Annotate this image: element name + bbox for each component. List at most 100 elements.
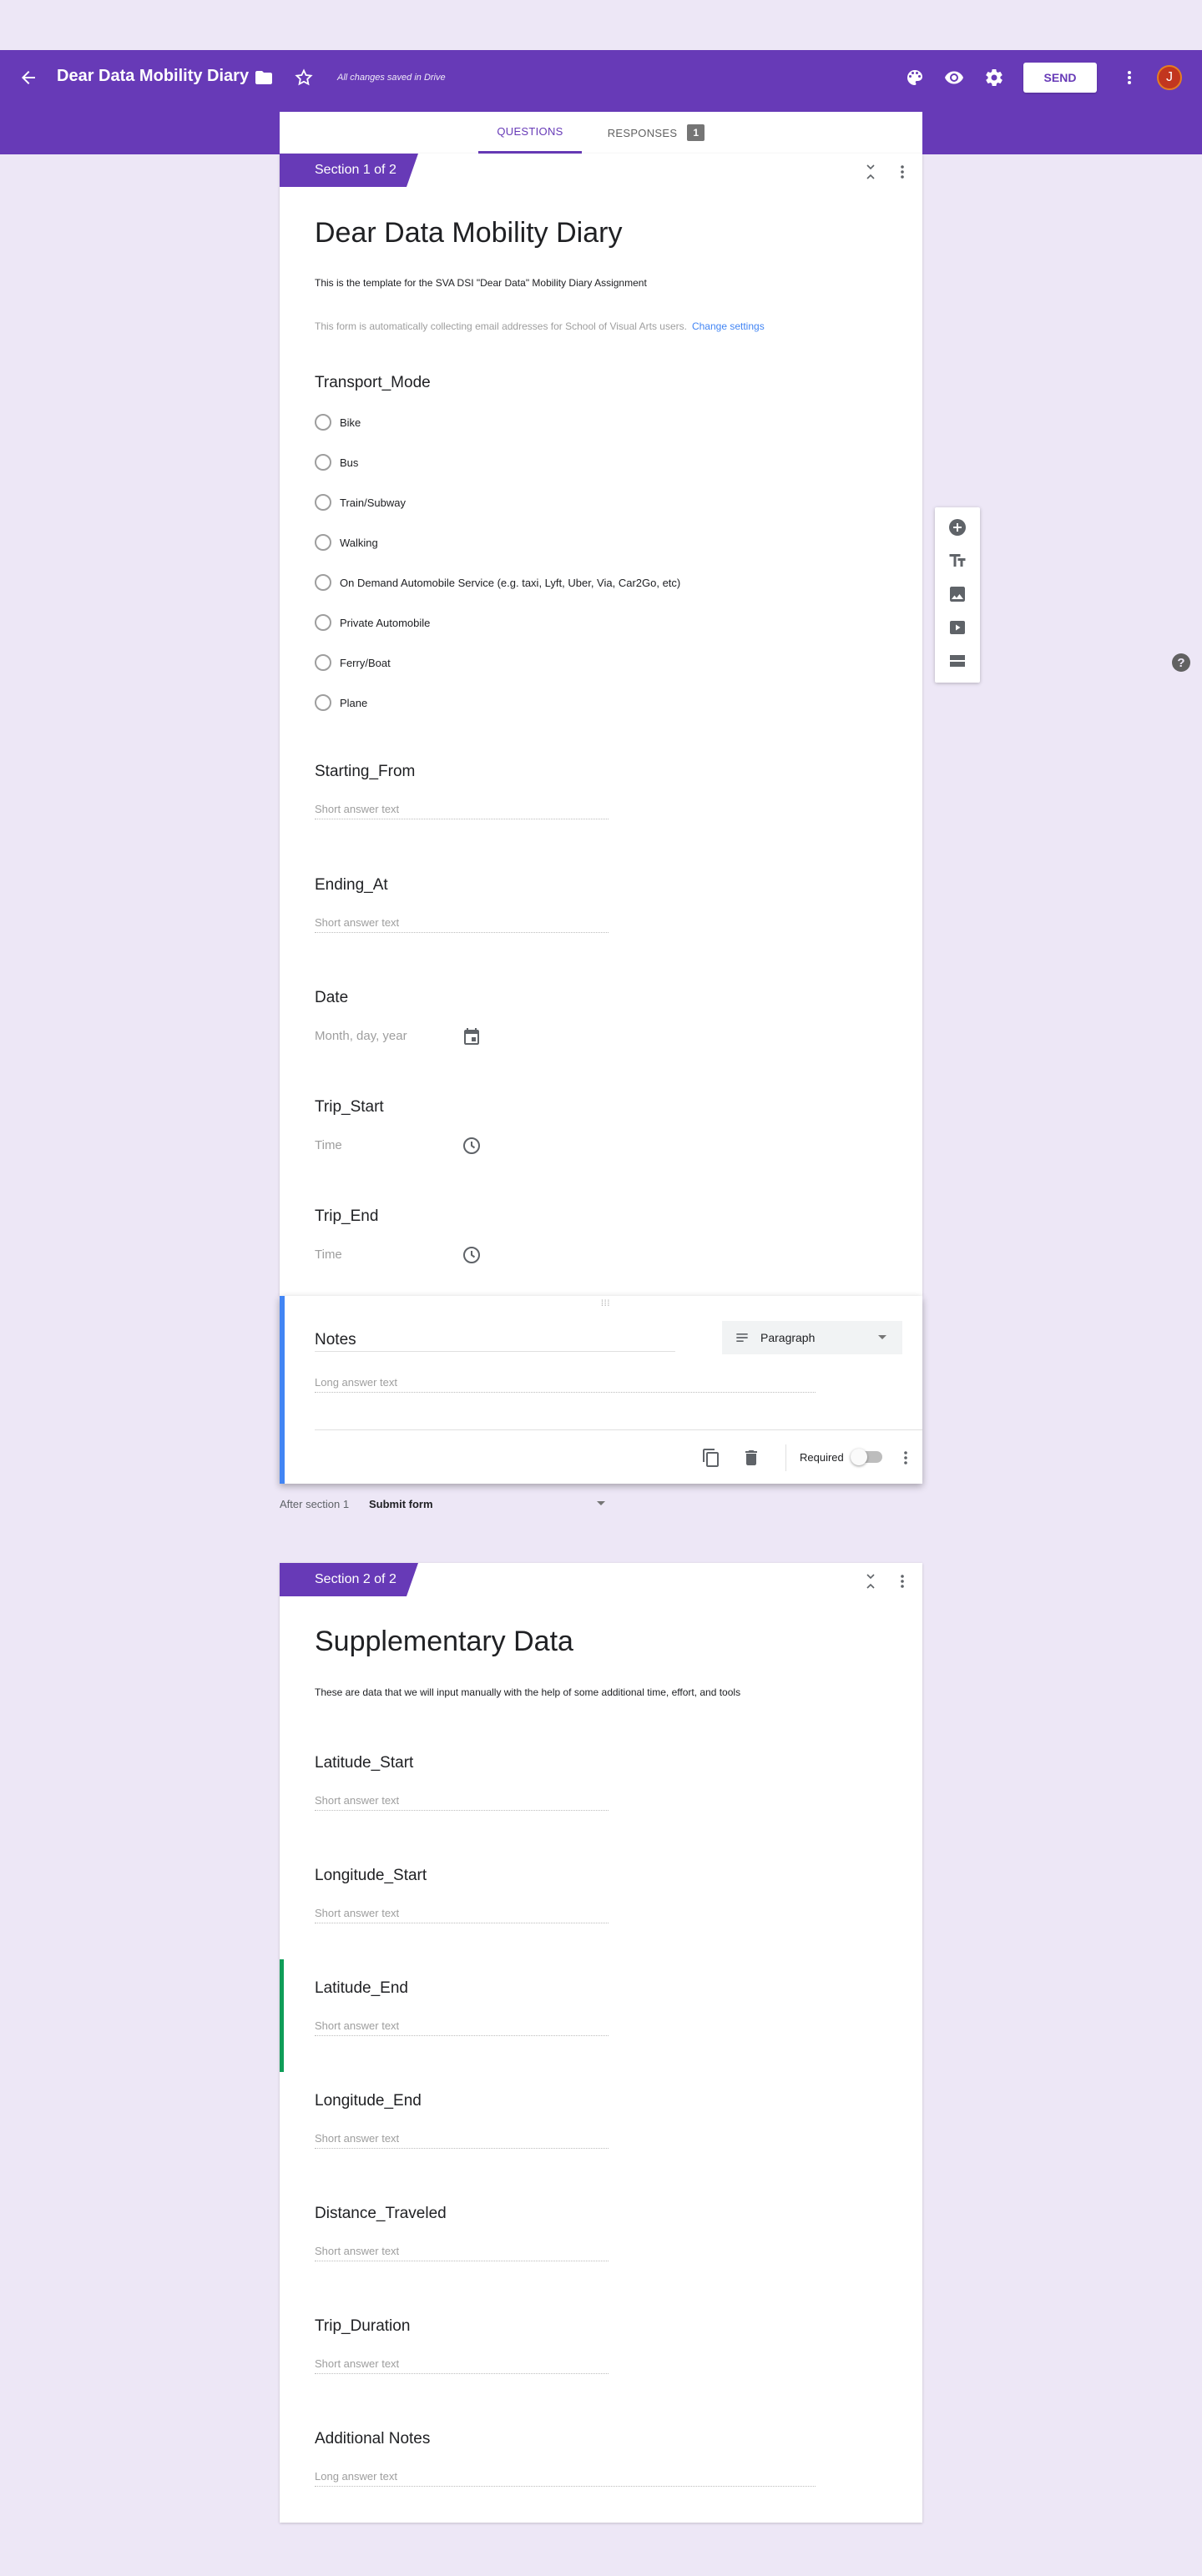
active-question-card[interactable]: ⁞⁞⁞ Notes Paragraph Long answer text Req… [280,1296,922,1484]
gear-icon[interactable] [984,68,1004,88]
short-answer-field: Short answer text [315,803,609,819]
question-title-trip-end[interactable]: Trip_End [315,1207,378,1226]
palette-icon[interactable] [905,68,925,88]
add-item-toolbar [935,507,980,683]
form-description[interactable]: This is the template for the SVA DSI "De… [315,277,647,289]
radio-button[interactable] [315,414,331,431]
radio-option[interactable]: Ferry/Boat [315,653,391,673]
question-title-latitude-start[interactable]: Latitude_Start [315,1754,413,1772]
question-type-select[interactable]: Paragraph [722,1321,902,1354]
email-collect-text: This form is automatically collecting em… [315,320,687,332]
after-section-select[interactable]: Submit form [369,1498,433,1510]
after-section-label: After section 1 [280,1498,350,1510]
tab-responses[interactable]: RESPONSES 1 [593,112,719,154]
radio-option[interactable]: Walking [315,532,378,552]
question-marker [280,1959,284,2072]
section-2-tag: Section 2 of 2 [280,1563,418,1596]
form-name[interactable]: Dear Data Mobility Diary [57,67,249,86]
radio-button[interactable] [315,574,331,591]
add-question-icon[interactable] [947,517,967,537]
short-answer-field: Short answer text [315,1907,609,1923]
section-1-tag: Section 1 of 2 [280,154,418,187]
question-title-distance-traveled[interactable]: Distance_Traveled [315,2205,447,2223]
radio-option[interactable]: Train/Subway [315,492,406,512]
radio-option-label: Bus [340,456,359,469]
add-image-icon[interactable] [947,584,967,604]
avatar[interactable]: J [1157,65,1182,90]
radio-option-label: Private Automobile [340,616,431,629]
radio-option[interactable]: Bike [315,412,361,432]
footer-divider [315,1429,922,1430]
radio-option[interactable]: Bus [315,452,358,472]
save-status: All changes saved in Drive [337,73,446,83]
radio-button[interactable] [315,694,331,711]
section-more-icon[interactable] [892,162,912,182]
star-icon[interactable] [294,68,314,88]
short-answer-field: Short answer text [315,2019,609,2036]
question-title-transport-mode[interactable]: Transport_Mode [315,374,431,392]
section-2-description[interactable]: These are data that we will input manual… [315,1686,740,1698]
date-placeholder: Month, day, year [315,1029,407,1043]
tab-questions[interactable]: QUESTIONS [478,112,582,154]
add-title-icon[interactable] [947,551,967,571]
responses-count-badge: 1 [687,124,705,141]
question-title-ending-at[interactable]: Ending_At [315,876,388,895]
radio-option[interactable]: Private Automobile [315,612,430,633]
required-label: Required [800,1451,844,1464]
radio-button[interactable] [315,654,331,671]
question-title-trip-start[interactable]: Trip_Start [315,1098,384,1117]
email-collect-notice: This form is automatically collecting em… [315,320,765,332]
question-type-label: Paragraph [760,1331,816,1344]
section-more-icon[interactable] [892,1571,912,1591]
question-title-starting-from[interactable]: Starting_From [315,763,415,781]
more-vert-icon[interactable] [1119,68,1139,88]
radio-button[interactable] [315,534,331,551]
collapse-icon[interactable] [861,1571,881,1591]
short-answer-field: Short answer text [315,2245,609,2261]
radio-option[interactable]: On Demand Automobile Service (e.g. taxi,… [315,572,680,592]
section-2-tag-label: Section 2 of 2 [315,1572,396,1586]
time-placeholder: Time [315,1138,342,1152]
footer-separator [785,1444,786,1471]
help-icon[interactable]: ? [1172,653,1190,672]
section-2-title[interactable]: Supplementary Data [315,1626,573,1658]
duplicate-icon[interactable] [701,1448,721,1468]
eye-icon[interactable] [944,68,964,88]
paragraph-icon [734,1329,750,1346]
long-answer-field: Long answer text [315,2470,816,2487]
send-button[interactable]: SEND [1023,63,1097,93]
question-title-additional-notes[interactable]: Additional Notes [315,2430,430,2448]
tab-responses-label: RESPONSES [607,126,678,139]
form-title[interactable]: Dear Data Mobility Diary [315,217,622,250]
drag-handle-icon[interactable]: ⁞⁞⁞ [601,1299,610,1308]
question-title-trip-duration[interactable]: Trip_Duration [315,2317,410,2336]
latitude-end-question[interactable] [280,1959,922,2072]
question-title-notes[interactable]: Notes [315,1331,675,1352]
question-title-longitude-end[interactable]: Longitude_End [315,2092,422,2110]
folder-icon[interactable] [254,68,274,88]
question-title-longitude-start[interactable]: Longitude_Start [315,1867,427,1885]
add-video-icon[interactable] [947,618,967,638]
collapse-icon[interactable] [861,162,881,182]
delete-icon[interactable] [741,1448,761,1468]
short-answer-field: Short answer text [315,916,609,933]
add-section-icon[interactable] [947,651,967,671]
radio-button[interactable] [315,614,331,631]
dropdown-arrow-icon [877,1333,887,1342]
short-answer-field: Short answer text [315,2357,609,2374]
radio-option[interactable]: Plane [315,693,367,713]
section-1-card: Section 1 of 2 Dear Data Mobility Diary … [280,154,922,1296]
radio-button[interactable] [315,494,331,511]
clock-icon [462,1136,482,1156]
required-toggle[interactable] [851,1449,882,1465]
question-more-icon[interactable] [896,1448,916,1468]
short-answer-field: Short answer text [315,1794,609,1811]
radio-button[interactable] [315,454,331,471]
section-2-card: Section 2 of 2 Supplementary Data These … [280,1563,922,2523]
question-title-date[interactable]: Date [315,989,348,1007]
question-title-latitude-end[interactable]: Latitude_End [315,1979,408,1998]
radio-option-label: On Demand Automobile Service (e.g. taxi,… [340,576,681,589]
change-settings-link[interactable]: Change settings [692,320,765,332]
back-arrow-icon[interactable] [18,68,38,88]
dropdown-arrow-icon[interactable] [596,1500,606,1508]
